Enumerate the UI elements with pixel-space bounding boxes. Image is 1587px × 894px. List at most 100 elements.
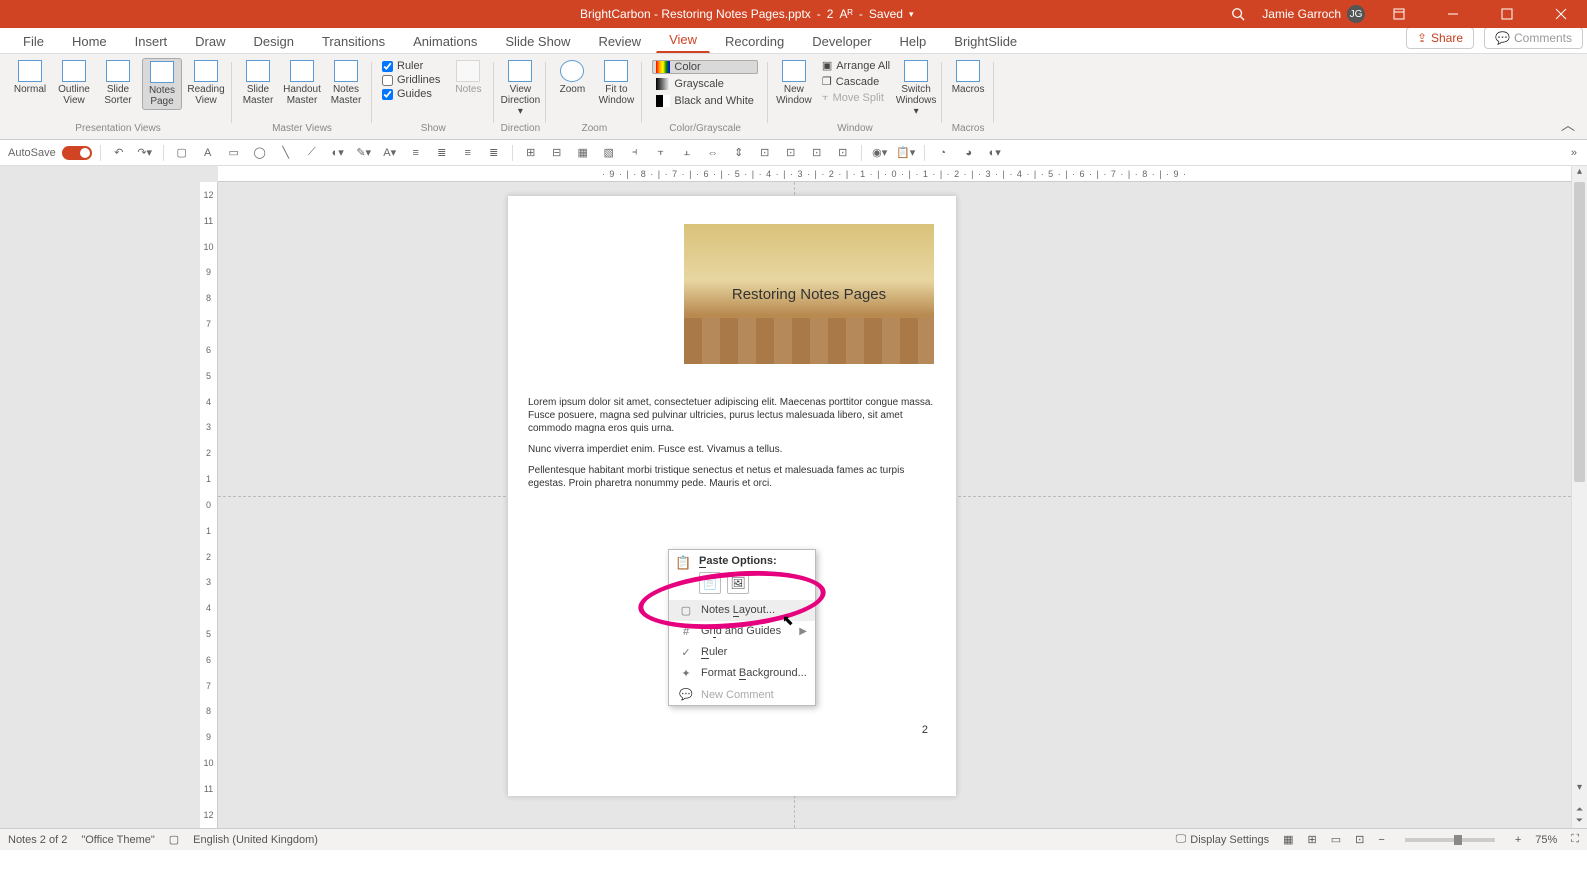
autosave-toggle[interactable] — [62, 146, 92, 160]
status-theme[interactable]: "Office Theme" — [81, 834, 154, 846]
tab-animations[interactable]: Animations — [400, 29, 490, 53]
prev-page-button[interactable]: ⏶ — [1576, 804, 1583, 815]
ruler-menuitem[interactable]: ✓Ruler — [669, 642, 815, 663]
tab-review[interactable]: Review — [585, 29, 654, 53]
ribbon-display-options[interactable] — [1379, 0, 1419, 28]
qat-group-icon[interactable]: ⊞ — [521, 143, 541, 163]
slide-sorter-status-button[interactable]: ⊞ — [1308, 833, 1317, 846]
view-direction-button[interactable]: View Direction ▾ — [500, 58, 540, 119]
tab-recording[interactable]: Recording — [712, 29, 797, 53]
guides-checkbox[interactable]: Guides — [382, 88, 440, 100]
qat-dist-v-icon[interactable]: ⇕ — [729, 143, 749, 163]
qat-misc1-icon[interactable]: ⊡ — [755, 143, 775, 163]
qat-misc3-icon[interactable]: ⊡ — [807, 143, 827, 163]
notes-master-button[interactable]: Notes Master — [326, 58, 366, 108]
tab-brightslide[interactable]: BrightSlide — [941, 29, 1030, 53]
grid-guides-menuitem[interactable]: #Grid and Guides▶ — [669, 621, 815, 642]
user-account[interactable]: Jamie Garroch JG — [1262, 5, 1365, 23]
qat-overflow-button[interactable]: » — [1571, 147, 1587, 159]
qat-fill-icon[interactable]: ◐▾ — [328, 143, 348, 163]
tab-home[interactable]: Home — [59, 29, 120, 53]
zoom-percent[interactable]: 75% — [1535, 834, 1557, 846]
comments-button[interactable]: 💬Comments — [1484, 27, 1583, 49]
zoom-in-button[interactable]: + — [1515, 834, 1521, 846]
notes-layout-menuitem[interactable]: ▢Notes Layout... — [669, 600, 815, 621]
qat-align-left-icon[interactable]: ≡ — [406, 143, 426, 163]
redo-button[interactable]: ↷▾ — [135, 143, 155, 163]
qat-sendback-icon[interactable]: ▧ — [599, 143, 619, 163]
qat-misc7-icon[interactable]: ◐▾ — [985, 143, 1005, 163]
bw-mode-button[interactable]: Black and White — [652, 94, 757, 108]
scroll-down-button[interactable]: ▾ — [1572, 782, 1587, 798]
fit-to-window-button[interactable]: Fit to Window — [596, 58, 636, 108]
slide-master-button[interactable]: Slide Master — [238, 58, 278, 108]
color-mode-button[interactable]: Color — [652, 60, 757, 74]
notes-page-button[interactable]: Notes Page — [142, 58, 182, 110]
arrange-all-button[interactable]: ▣Arrange All — [820, 58, 892, 73]
normal-view-button[interactable]: Normal — [10, 58, 50, 97]
vertical-scrollbar[interactable]: ▴ ▾ ⏶ ⏷ — [1571, 166, 1587, 828]
save-state-dropdown[interactable]: ▾ — [909, 9, 914, 20]
notes-page-canvas[interactable]: Restoring Notes Pages Lorem ipsum dolor … — [508, 196, 956, 796]
handout-master-button[interactable]: Handout Master — [282, 58, 322, 108]
paste-picture-button[interactable]: 🖼 — [727, 572, 749, 594]
tab-insert[interactable]: Insert — [122, 29, 181, 53]
fit-to-window-status-button[interactable]: ⛶ — [1571, 833, 1579, 846]
zoom-out-button[interactable]: − — [1378, 834, 1384, 846]
grayscale-mode-button[interactable]: Grayscale — [652, 77, 757, 91]
ruler-checkbox[interactable]: Ruler — [382, 60, 440, 72]
scroll-thumb[interactable] — [1574, 182, 1585, 482]
notes-body-text[interactable]: Lorem ipsum dolor sit amet, consectetuer… — [528, 396, 936, 498]
macros-button[interactable]: Macros — [948, 58, 988, 97]
format-background-menuitem[interactable]: ✦Format Background... — [669, 663, 815, 684]
accessibility-check-button[interactable]: ▢ — [169, 833, 179, 846]
scroll-up-button[interactable]: ▴ — [1572, 166, 1587, 182]
qat-line-icon[interactable]: ╲ — [276, 143, 296, 163]
tab-file[interactable]: File — [10, 29, 57, 53]
zoom-button[interactable]: Zoom — [552, 58, 592, 97]
qat-dist-h-icon[interactable]: ⇔ — [703, 143, 723, 163]
notes-button[interactable]: Notes — [448, 58, 488, 97]
qat-align3-icon[interactable]: ⫠ — [677, 143, 697, 163]
close-button[interactable] — [1541, 0, 1581, 28]
normal-view-status-button[interactable]: ▦ — [1283, 833, 1293, 846]
tab-slideshow[interactable]: Slide Show — [492, 29, 583, 53]
status-language[interactable]: English (United Kingdom) — [193, 834, 318, 846]
undo-button[interactable]: ↶ — [109, 143, 129, 163]
slideshow-status-button[interactable]: ⊡ — [1355, 833, 1364, 846]
tab-design[interactable]: Design — [241, 29, 307, 53]
qat-bringfront-icon[interactable]: ▦ — [573, 143, 593, 163]
tab-help[interactable]: Help — [887, 29, 940, 53]
tab-transitions[interactable]: Transitions — [309, 29, 398, 53]
qat-misc6-icon[interactable]: ◕ — [959, 143, 979, 163]
qat-align-center-icon[interactable]: ≣ — [432, 143, 452, 163]
slide-sorter-button[interactable]: Slide Sorter — [98, 58, 138, 108]
outline-view-button[interactable]: Outline View — [54, 58, 94, 108]
qat-textbox-icon[interactable]: A — [198, 143, 218, 163]
qat-paste-icon[interactable]: 📋▾ — [896, 143, 916, 163]
search-button[interactable] — [1228, 4, 1248, 24]
qat-rect-icon[interactable]: ▭ — [224, 143, 244, 163]
reading-view-button[interactable]: Reading View — [186, 58, 226, 108]
qat-oval-icon[interactable]: ◯ — [250, 143, 270, 163]
slide-thumbnail[interactable]: Restoring Notes Pages — [684, 224, 934, 364]
qat-misc4-icon[interactable]: ⊡ — [833, 143, 853, 163]
switch-windows-button[interactable]: Switch Windows ▾ — [896, 58, 936, 119]
qat-freeform-icon[interactable]: ⟋ — [302, 143, 322, 163]
zoom-slider[interactable] — [1405, 838, 1495, 842]
cascade-button[interactable]: ❐Cascade — [820, 74, 892, 89]
reading-view-status-button[interactable]: ▭ — [1331, 833, 1341, 846]
paste-use-destination-button[interactable]: 📄 — [699, 572, 721, 594]
qat-align-right-icon[interactable]: ≡ — [458, 143, 478, 163]
share-button[interactable]: ⇪Share — [1406, 27, 1474, 49]
qat-ungroup-icon[interactable]: ⊟ — [547, 143, 567, 163]
qat-misc5-icon[interactable]: ◔ — [933, 143, 953, 163]
tab-view[interactable]: View — [656, 27, 710, 53]
qat-align2-icon[interactable]: ⫟ — [651, 143, 671, 163]
qat-misc2-icon[interactable]: ⊡ — [781, 143, 801, 163]
qat-outline-icon[interactable]: ✎▾ — [354, 143, 374, 163]
gridlines-checkbox[interactable]: Gridlines — [382, 74, 440, 86]
tab-draw[interactable]: Draw — [182, 29, 238, 53]
qat-justify-icon[interactable]: ≣ — [484, 143, 504, 163]
qat-align-icon[interactable]: ⫞ — [625, 143, 645, 163]
